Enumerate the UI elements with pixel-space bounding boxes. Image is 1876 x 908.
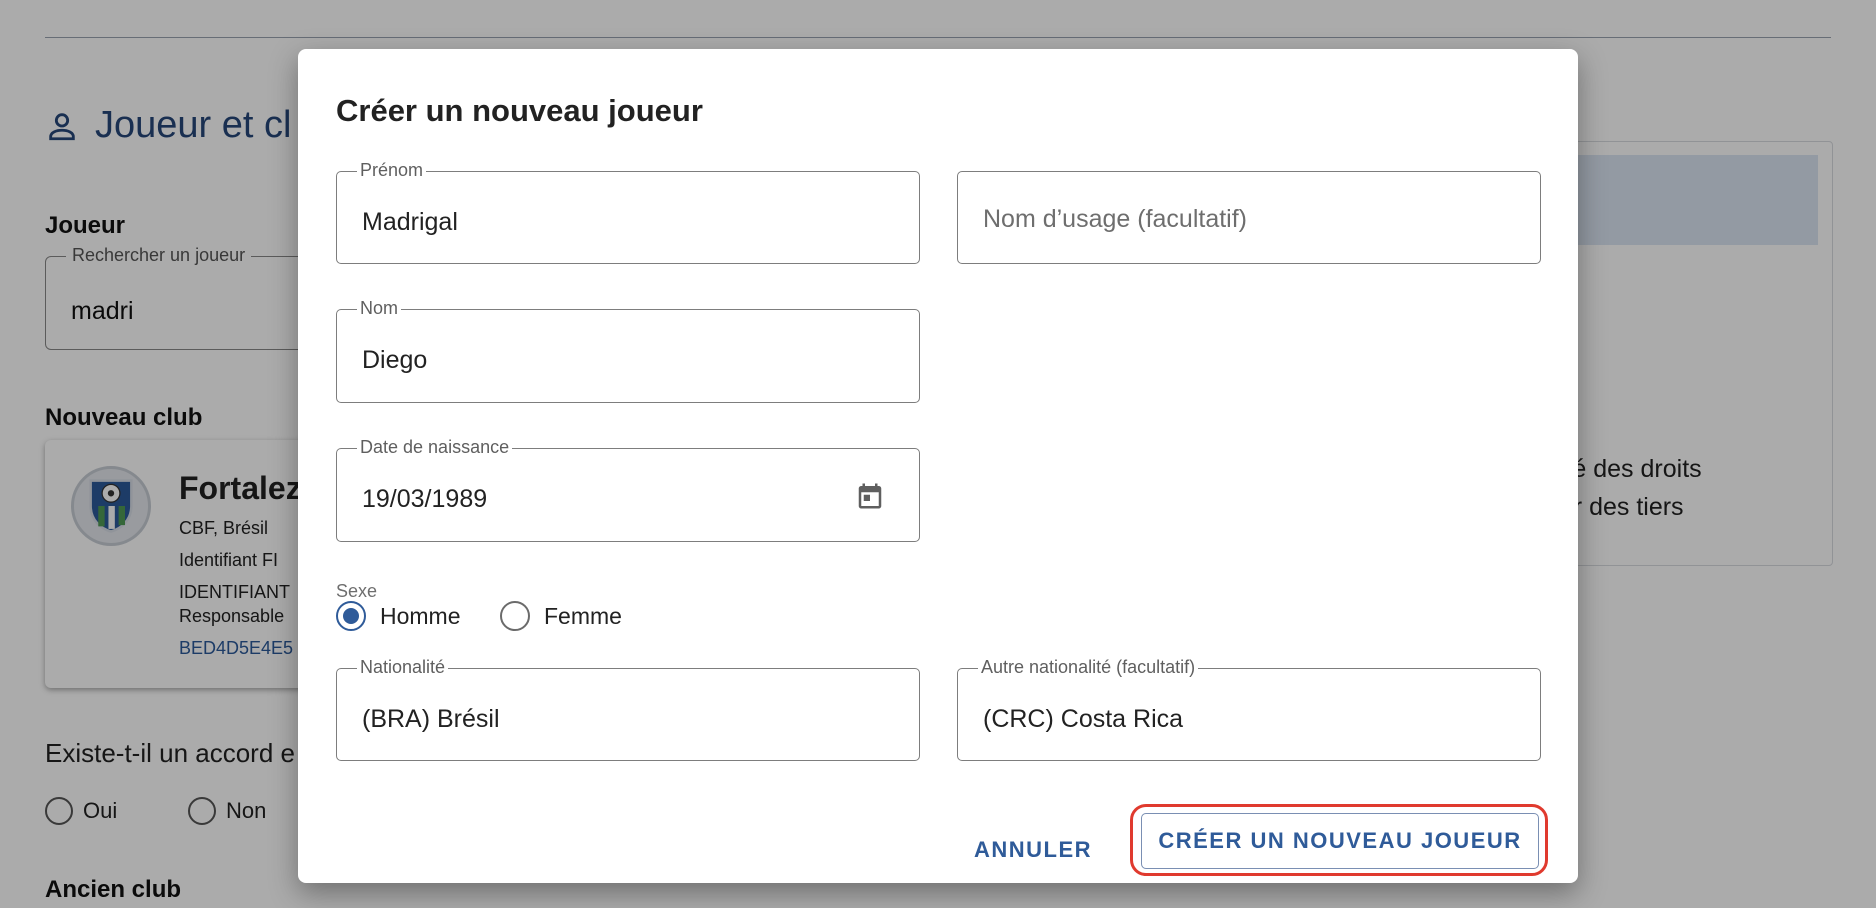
cancel-button[interactable]: ANNULER [968,827,1098,873]
autre-nationalite-label: Autre nationalité (facultatif) [978,657,1199,678]
radio-homme-circle[interactable] [336,601,366,631]
radio-femme[interactable]: Femme [500,601,622,631]
nom-usage-placeholder: Nom d’usage (facultatif) [983,205,1248,233]
radio-homme[interactable]: Homme [336,601,461,631]
nom-label: Nom [357,298,402,319]
nationalite-field[interactable]: Nationalité (BRA) Brésil [336,657,920,761]
create-player-button[interactable]: CRÉER UN NOUVEAU JOUEUR [1141,813,1539,869]
autre-nationalite-field[interactable]: Autre nationalité (facultatif) (CRC) Cos… [957,657,1541,761]
radio-femme-circle[interactable] [500,601,530,631]
sexe-label: Sexe [336,581,378,601]
prenom-value: Madrigal [362,208,458,236]
prenom-field[interactable]: Prénom Madrigal [336,160,920,264]
create-player-dialog: Créer un nouveau joueur Prénom Madrigal … [298,49,1578,883]
calendar-icon[interactable] [855,481,885,511]
radio-homme-label: Homme [380,602,461,629]
date-naissance-value: 19/03/1989 [362,485,488,513]
dialog-title: Créer un nouveau joueur [336,93,703,128]
nom-usage-field[interactable]: Nom d’usage (facultatif) [957,171,1541,264]
nom-value: Diego [362,346,428,374]
nationalite-label: Nationalité [357,657,449,678]
radio-femme-label: Femme [544,602,622,629]
nom-field[interactable]: Nom Diego [336,298,920,403]
date-naissance-field[interactable]: Date de naissance 19/03/1989 [336,437,920,542]
prenom-label: Prénom [357,160,427,181]
date-naissance-label: Date de naissance [357,437,513,458]
autre-nationalite-value: (CRC) Costa Rica [983,705,1184,733]
nationalite-value: (BRA) Brésil [362,705,500,733]
